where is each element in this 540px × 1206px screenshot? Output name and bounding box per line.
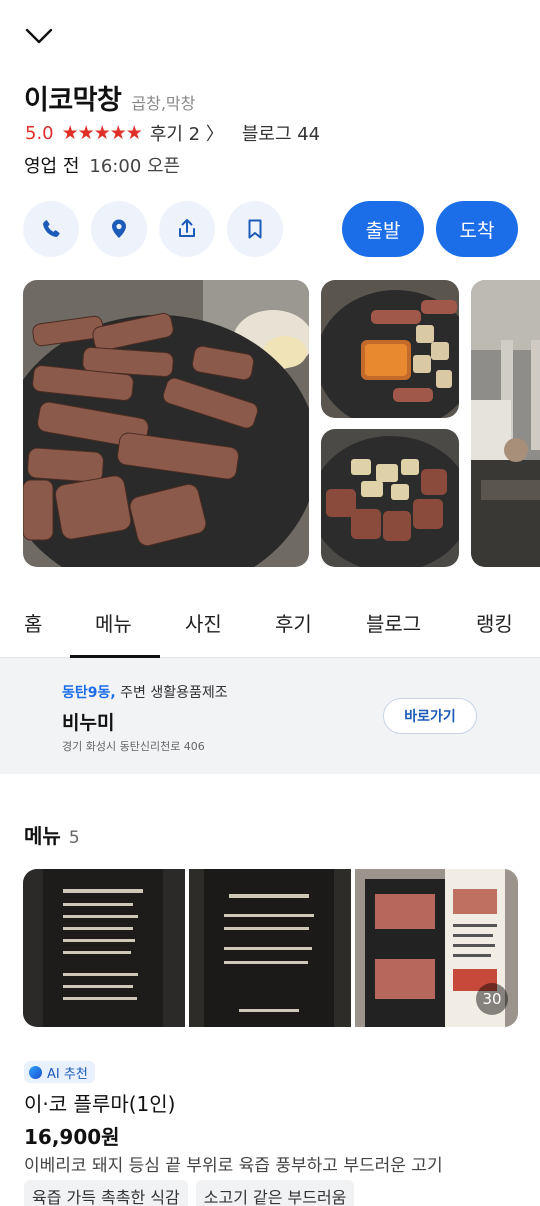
- review-count-link[interactable]: 후기 2 〉: [150, 120, 224, 146]
- ad-go-button[interactable]: 바로가기: [383, 698, 477, 734]
- photo-thumb-1[interactable]: [321, 280, 459, 418]
- menu-board-photo-1[interactable]: [23, 869, 185, 1027]
- call-button[interactable]: [23, 201, 79, 257]
- menu-title: 메뉴: [24, 824, 61, 848]
- ad-address: 경기 화성시 동탄신리천로 406: [62, 740, 205, 753]
- tab-menu[interactable]: 메뉴: [95, 608, 132, 637]
- chevron-down-icon: [25, 28, 53, 44]
- depart-button[interactable]: 출발: [342, 201, 424, 257]
- menu-board-image: [189, 869, 351, 1027]
- bookmark-button[interactable]: [227, 201, 283, 257]
- rating-stars: ★★★★★: [61, 122, 143, 144]
- photo-thumb-3[interactable]: [471, 280, 540, 567]
- menu-board-photo-2[interactable]: [189, 869, 351, 1027]
- photo-gallery: [23, 280, 540, 567]
- ai-badge-label: AI 추천: [47, 1066, 88, 1082]
- ad-location: 동탄9동,: [62, 685, 116, 701]
- menu-item-price: 16,900원: [24, 1125, 120, 1149]
- tab-reviews[interactable]: 후기: [275, 608, 312, 637]
- grilled-meat-photo: [23, 280, 309, 567]
- menu-item-tag: 소고기 같은 부드러움: [195, 1180, 355, 1206]
- tab-photos[interactable]: 사진: [185, 608, 222, 637]
- share-icon: [179, 219, 195, 237]
- ad-headline: 동탄9동, 주변 생활용품제조: [62, 682, 228, 702]
- hours-status: 영업 전: [24, 156, 80, 177]
- hours-row[interactable]: 영업 전 16:00 오픈: [24, 152, 180, 178]
- place-header: 이코막창 곱창,막창: [24, 78, 195, 117]
- tab-home[interactable]: 홈: [24, 608, 42, 637]
- restaurant-interior-photo: [471, 280, 540, 567]
- menu-photo-strip[interactable]: 30: [23, 869, 518, 1027]
- arrive-button[interactable]: 도착: [436, 201, 518, 257]
- ad-business-name: 비누미: [62, 712, 115, 734]
- ai-recommend-badge: AI 추천: [24, 1061, 95, 1083]
- menu-board-photo-3[interactable]: 30: [355, 869, 518, 1027]
- collapse-chevron-button[interactable]: [22, 22, 56, 50]
- grill-sauce-photo: [321, 280, 459, 418]
- rating-score: 5.0: [25, 122, 54, 144]
- place-name: 이코막창: [24, 85, 122, 116]
- map-pin-icon: [112, 219, 126, 238]
- action-bar: 출발 도착: [23, 201, 518, 257]
- ad-headline-text: 주변 생활용품제조: [120, 685, 228, 701]
- share-button[interactable]: [159, 201, 215, 257]
- menu-item-tag: 육즙 가득 촉촉한 식감: [24, 1180, 188, 1206]
- menu-photo-count-badge: 30: [476, 983, 508, 1015]
- bookmark-icon: [248, 219, 262, 239]
- menu-count: 5: [68, 828, 80, 848]
- menu-item-description: 이베리코 돼지 등심 끝 부위로 육즙 풍부하고 부드러운 고기: [24, 1156, 443, 1176]
- tab-ranking[interactable]: 랭킹: [476, 608, 513, 637]
- menu-board-image: [23, 869, 185, 1027]
- blog-count-link[interactable]: 블로그 44: [242, 120, 320, 146]
- map-button[interactable]: [91, 201, 147, 257]
- ai-icon: [29, 1065, 42, 1079]
- menu-item-name[interactable]: 이·코 플루마(1인): [24, 1088, 175, 1117]
- phone-icon: [43, 220, 60, 237]
- menu-section-header: 메뉴 5: [24, 820, 80, 849]
- main-photo[interactable]: [23, 280, 309, 567]
- tab-bar: 홈 메뉴 사진 후기 블로그 랭킹: [0, 596, 540, 658]
- photo-thumb-2[interactable]: [321, 429, 459, 567]
- grill-meat-photo: [321, 429, 459, 567]
- ad-banner[interactable]: 동탄9동, 주변 생활용품제조 비누미 경기 화성시 동탄신리천로 406 바로…: [0, 658, 540, 774]
- tab-blog[interactable]: 블로그: [366, 608, 421, 637]
- hours-time: 16:00 오픈: [89, 156, 181, 177]
- menu-item-tags: 육즙 가득 촉촉한 식감 소고기 같은 부드러움: [24, 1180, 355, 1206]
- place-category: 곱창,막창: [131, 94, 196, 113]
- rating-row: 5.0 ★★★★★ 후기 2 〉 블로그 44: [25, 120, 320, 146]
